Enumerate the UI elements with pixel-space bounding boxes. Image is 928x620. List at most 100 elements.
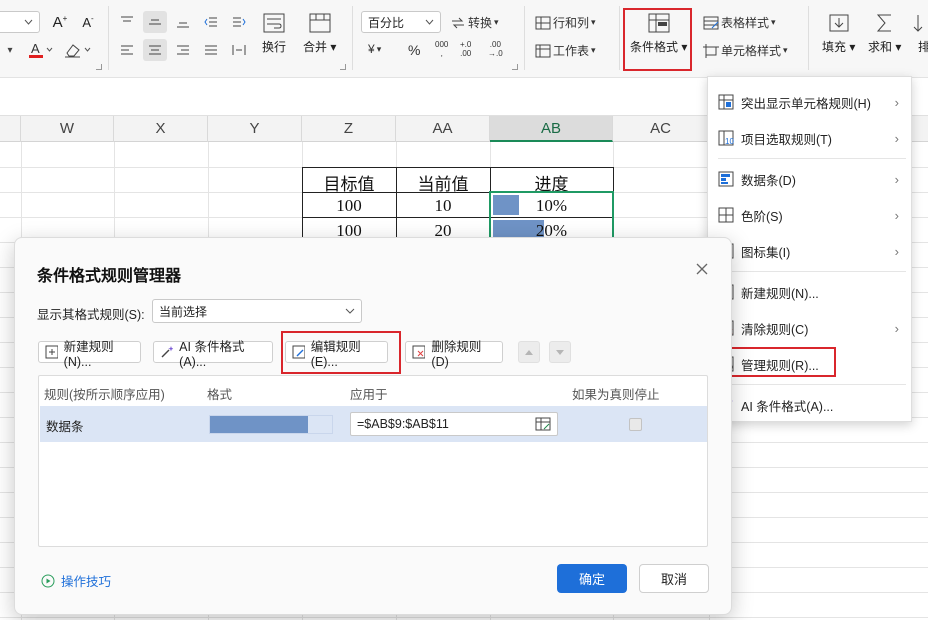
svg-text:A: A — [31, 41, 40, 56]
merge-cells-icon — [309, 13, 331, 33]
menu-item-manage-rules[interactable]: 管理规则(R)... — [708, 349, 913, 379]
current-cell[interactable]: 10 — [396, 196, 490, 216]
tips-link[interactable]: 操作技巧 — [41, 571, 111, 590]
font-grow-button[interactable]: A + — [48, 11, 72, 33]
align-justify-icon[interactable] — [199, 39, 223, 61]
applies-to-value: =$AB$9:$AB$11 — [357, 417, 449, 431]
align-center-icon[interactable] — [143, 39, 167, 61]
chevron-right-icon: › — [894, 320, 899, 336]
font-shrink-button[interactable]: A- — [76, 11, 100, 33]
sort-button[interactable]: 排 — [912, 12, 928, 55]
column-header[interactable]: AC — [613, 116, 709, 142]
conditional-format-icon — [648, 13, 670, 33]
chevron-right-icon: › — [894, 94, 899, 110]
target-cell[interactable]: 100 — [302, 196, 396, 216]
sum-icon — [876, 14, 891, 32]
convert-button[interactable]: 转换 ▾ — [450, 14, 499, 31]
indent-decrease-icon[interactable] — [199, 11, 223, 33]
sum-button[interactable]: 求和 ▾ — [868, 12, 901, 55]
new-rule-button[interactable]: 新建规则(N)... — [38, 340, 141, 369]
edit-rule-button[interactable]: 编辑规则(E)... — [285, 340, 388, 369]
thousands-button[interactable]: 000, — [435, 40, 448, 58]
more-icon[interactable]: ▾ — [0, 39, 22, 61]
decrease-decimal-icon[interactable]: .00 →.0 — [488, 40, 503, 58]
range-select-icon[interactable] — [535, 417, 551, 431]
merge-label: 合并 — [303, 40, 328, 54]
column-header[interactable]: Z — [302, 116, 396, 142]
cancel-button[interactable]: 取消 — [639, 564, 709, 593]
align-top-icon[interactable] — [115, 11, 139, 33]
menu-item-label: 清除规则(C) — [741, 322, 809, 337]
merge-button[interactable]: 合并 ▾ — [303, 12, 336, 55]
row-col-label: 行和列 — [553, 16, 590, 30]
align-right-icon[interactable] — [171, 39, 195, 61]
wrap-text-label: 换行 — [262, 40, 287, 54]
column-header[interactable]: W — [21, 116, 114, 142]
show-rules-select[interactable]: 当前选择 — [152, 299, 362, 323]
delete-rule-button[interactable]: 删除规则(D) — [405, 340, 503, 369]
new-rule-button-label: 新建规则(N)... — [63, 339, 114, 369]
menu-item-label: 数据条(D) — [741, 173, 796, 188]
number-format-value: 百分比 — [368, 15, 405, 30]
move-up-button[interactable] — [518, 341, 540, 363]
distribute-icon[interactable] — [227, 39, 251, 61]
menu-item-new-rule[interactable]: 新建规则(N)... — [708, 277, 913, 307]
delete-rule-button-label: 删除规则(D) — [431, 339, 482, 369]
applies-to-field[interactable]: =$AB$9:$AB$11 — [350, 412, 558, 436]
increase-decimal-icon[interactable]: +.0.00 — [460, 40, 471, 58]
column-header-applies-to: 应用于 — [350, 388, 388, 402]
menu-item-label: 新建规则(N)... — [741, 286, 819, 301]
ok-button[interactable]: 确定 — [557, 564, 627, 593]
column-header[interactable]: X — [114, 116, 208, 142]
rules-table: 规则(按所示顺序应用) 格式 应用于 如果为真则停止 数据条 =$AB$9:$A… — [38, 375, 708, 547]
indent-increase-icon[interactable] — [227, 11, 251, 33]
row-col-button[interactable]: 行和列 ▾ — [535, 14, 596, 31]
sort-label: 排 — [917, 40, 928, 54]
font-grow-icon: A — [52, 13, 63, 31]
menu-item-color-scales[interactable]: 色阶(S) › — [708, 200, 913, 230]
triangle-up-icon — [525, 349, 533, 355]
triangle-down-icon — [556, 349, 564, 355]
font-size-select[interactable] — [0, 11, 40, 33]
menu-item-clear-rules[interactable]: 清除规则(C) › — [708, 313, 913, 343]
ai-format-button[interactable]: AI 条件格式(A)... — [153, 340, 273, 369]
wrap-text-button[interactable]: 换行 — [262, 12, 286, 55]
fill-button[interactable]: 填充 ▾ — [822, 12, 855, 55]
thousands-icon: 000 — [435, 40, 449, 49]
menu-item-ai-format[interactable]: AI 条件格式(A)... — [708, 390, 913, 420]
number-launcher-icon[interactable] — [512, 64, 518, 70]
table-row[interactable]: 数据条 =$AB$9:$AB$11 — [40, 406, 707, 442]
stop-if-true-checkbox[interactable] — [629, 418, 642, 431]
conditional-format-button[interactable]: 条件格式 ▾ — [630, 12, 687, 55]
cell-style-button[interactable]: 单元格样式 ▾ — [703, 42, 788, 59]
clear-format-button[interactable] — [60, 39, 94, 61]
row-col-icon — [535, 16, 551, 29]
align-bottom-icon[interactable] — [171, 11, 195, 33]
column-header[interactable]: Y — [208, 116, 302, 142]
menu-item-data-bars[interactable]: 数据条(D) › — [708, 164, 913, 194]
font-color-button[interactable]: A — [24, 39, 56, 61]
color-scales-icon — [718, 207, 734, 223]
menu-item-highlight-rules[interactable]: 突出显示单元格规则(H) › — [708, 87, 913, 117]
font-shrink-icon: A — [82, 14, 91, 30]
menu-item-top-bottom-rules[interactable]: 10 项目选取规则(T) › — [708, 123, 913, 153]
align-middle-icon[interactable] — [143, 11, 167, 33]
table-style-button[interactable]: 表格样式 ▾ — [703, 14, 776, 31]
move-down-button[interactable] — [549, 341, 571, 363]
align-left-icon[interactable] — [115, 39, 139, 61]
alignment-launcher-icon[interactable] — [340, 64, 346, 70]
menu-item-icon-sets[interactable]: 图标集(I) › — [708, 236, 913, 266]
table-header-cell[interactable]: 当前值 — [396, 170, 490, 195]
column-header-selected[interactable]: AB — [490, 116, 613, 142]
menu-item-label: 管理规则(R)... — [741, 358, 819, 373]
column-header[interactable]: AA — [396, 116, 490, 142]
wrap-text-icon — [263, 13, 285, 33]
sheet-button[interactable]: 工作表 ▾ — [535, 42, 596, 59]
table-header-cell[interactable]: 目标值 — [302, 170, 396, 195]
font-group-launcher-icon[interactable] — [96, 64, 102, 70]
currency-button[interactable]: ¥ ▾ — [368, 42, 381, 56]
close-icon[interactable] — [695, 262, 709, 276]
number-format-select[interactable]: 百分比 — [361, 11, 441, 33]
delete-rule-icon — [412, 345, 426, 359]
percent-button[interactable]: % — [408, 42, 420, 58]
